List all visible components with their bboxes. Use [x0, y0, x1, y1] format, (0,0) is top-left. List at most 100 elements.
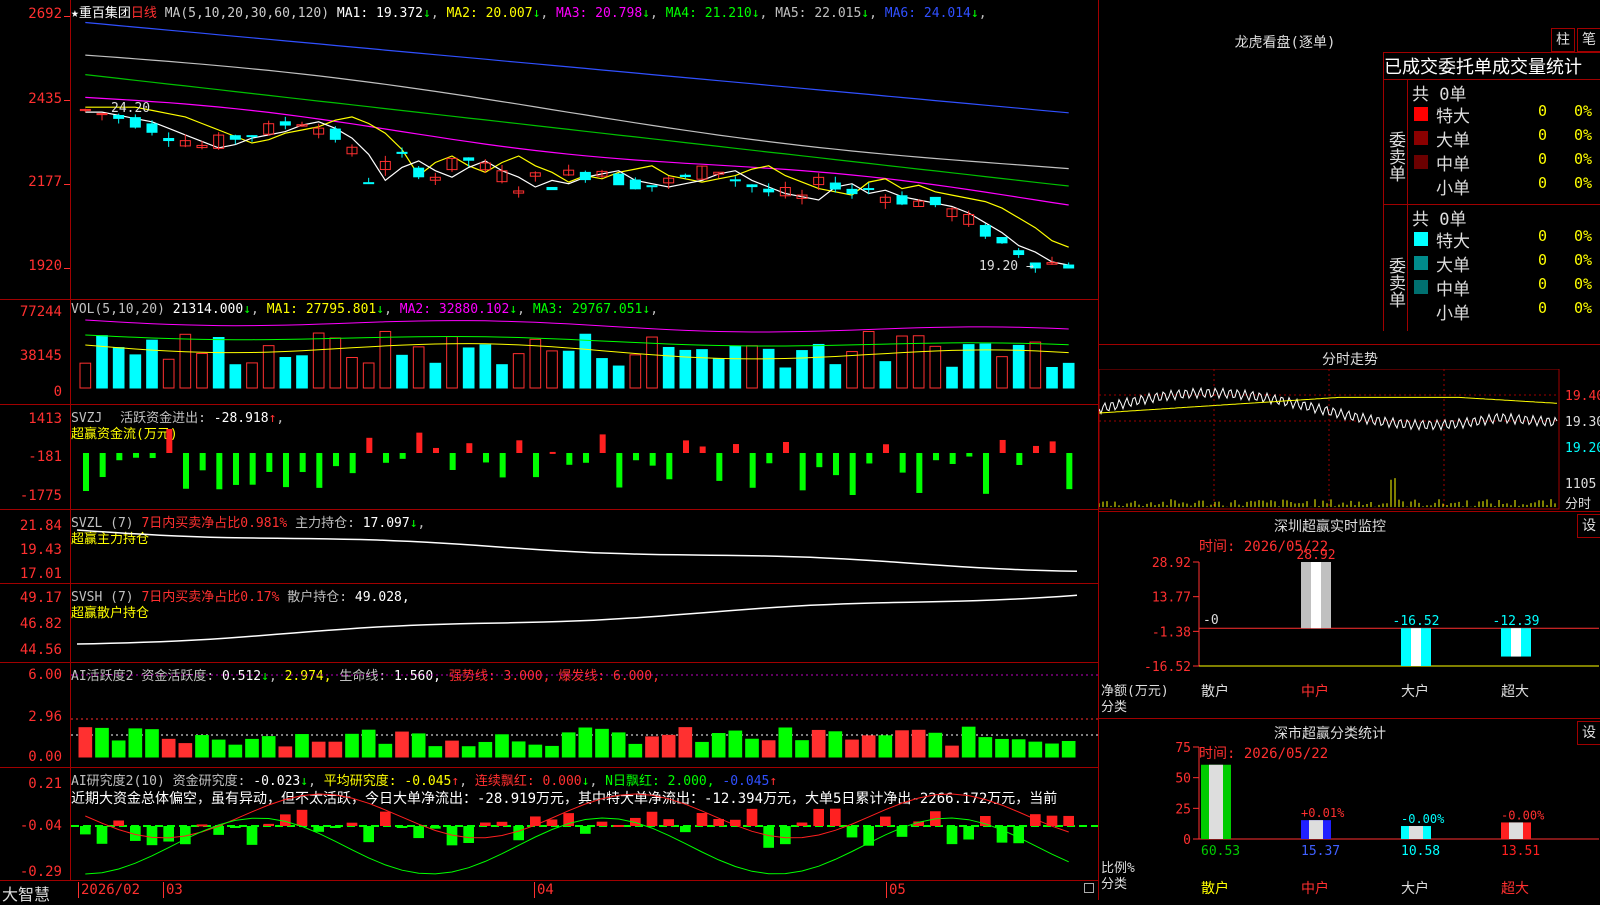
- lock-icon[interactable]: [1084, 883, 1094, 893]
- activity-bar: [211, 739, 226, 758]
- research-bar: [663, 819, 674, 826]
- ai-active-panel[interactable]: 6.00 2.96 0.00 AI活跃度2 资金活跃度: 0.512↓, 2.9…: [0, 663, 1098, 768]
- svzl-panel[interactable]: 21.84 19.43 17.01 SVZL (7) 7日内买卖净占比0.981…: [0, 510, 1098, 584]
- volume-bar: [346, 356, 358, 389]
- volume-bar: [462, 347, 475, 389]
- volume-bar: [712, 358, 725, 389]
- brand-logo: 大智慧: [2, 885, 51, 904]
- candle-body: [413, 167, 425, 178]
- svzj-panel[interactable]: 1413 -181 -1775 SVZJ 活跃资金进出: -28.918↑, 超…: [0, 405, 1098, 510]
- lhb-row-pct: 0%: [1574, 275, 1593, 293]
- stats-bar-highlight: [1209, 764, 1223, 839]
- candle-body: [846, 188, 858, 195]
- legend-swatch: [1414, 232, 1428, 246]
- column-view-button[interactable]: 柱: [1551, 28, 1575, 52]
- volume-bar: [212, 337, 225, 389]
- tick-view-button[interactable]: 笔: [1577, 28, 1600, 52]
- vol-unit-label: 分时: [1565, 497, 1592, 512]
- activity-bar: [711, 733, 726, 758]
- category-label: 超大: [1501, 684, 1529, 700]
- flow-bar: [449, 453, 456, 470]
- legend-swatch: [1414, 256, 1428, 270]
- y-tick: -16.52: [1144, 660, 1191, 675]
- research-bar: [463, 826, 474, 844]
- lhb-row: 大单 0 0%: [1408, 126, 1600, 151]
- volume-bar: [879, 361, 892, 389]
- candle-body: [1063, 264, 1075, 269]
- research-bar: [346, 822, 358, 826]
- research-bar: [380, 811, 391, 826]
- flow-bar: [1049, 441, 1056, 453]
- lhb-row-label: 大单: [1436, 131, 1470, 151]
- y-tick: 17.01: [19, 566, 62, 582]
- research-bar: [96, 826, 108, 844]
- zero-label: -0: [1203, 613, 1219, 628]
- flow-bar: [983, 453, 989, 494]
- activity-bar: [145, 729, 159, 758]
- lhb-tab-header[interactable]: 已成交委托单成交量统计: [1383, 52, 1600, 79]
- flow-bar: [816, 453, 823, 468]
- y-tick: 25: [1175, 802, 1191, 817]
- ma-line: [85, 106, 1069, 248]
- volume-bar: [379, 330, 392, 389]
- ai-research-panel[interactable]: 0.21 -0.04 -0.29 AI研究度2(10) 资金研究度: -0.02…: [0, 768, 1098, 881]
- volume-panel[interactable]: 77244 38145 0 VOL(5,10,20) 21314.000↓, M…: [0, 300, 1098, 405]
- flow-bar: [316, 453, 323, 488]
- research-bar: [330, 826, 341, 828]
- volume-bar: [112, 347, 125, 389]
- legend-swatch: [1414, 155, 1428, 169]
- volume-bar: [929, 345, 942, 389]
- candle-body: [163, 138, 175, 142]
- research-bar: [246, 826, 258, 845]
- bar-change-label: -0.00%: [1501, 808, 1545, 822]
- sz-stats-chart: 75 50 25 0 60.53 15.37 +0.01% 10.58 -0.00% 13.51 -…: [1175, 741, 1599, 897]
- date-label: 03: [163, 882, 183, 898]
- candle-body: [729, 179, 741, 182]
- activity-bar: [1045, 743, 1059, 758]
- svzl-line: [76, 529, 1078, 573]
- activity-bar: [961, 726, 976, 758]
- research-bar: [830, 808, 841, 826]
- price-tick: 19.20: [1565, 441, 1600, 456]
- research-bar: [780, 826, 791, 845]
- research-bar: [1013, 826, 1024, 844]
- volume-bar: [246, 362, 258, 389]
- candlestick-chart[interactable]: 24.20 19.20 →: [71, 0, 1098, 299]
- price-tick: 19.40: [1565, 389, 1600, 404]
- activity-bar: [261, 736, 276, 758]
- main-y-axis: 2692 2435 2177 1920: [0, 0, 71, 299]
- volume-bar: [162, 358, 175, 389]
- activity-bar: [795, 740, 809, 758]
- activity-bar: [761, 740, 776, 758]
- flow-bar: [1066, 453, 1073, 490]
- intraday-chart[interactable]: [1099, 369, 1600, 511]
- activity-bar: [628, 743, 643, 758]
- volume-bar: [312, 332, 325, 389]
- research-bar: [813, 808, 824, 826]
- svzj-y-axis: 1413 -181 -1775: [0, 405, 71, 509]
- volume-bar: [279, 357, 292, 389]
- activity-bar: [495, 734, 509, 758]
- flow-bar: [733, 444, 739, 453]
- flow-bar: [633, 453, 639, 461]
- activity-bar: [578, 727, 593, 758]
- svsh-panel[interactable]: 49.17 46.82 44.56 SVSH (7) 7日内买卖净占比0.17%…: [0, 584, 1098, 663]
- y-tick: -0.29: [19, 864, 62, 880]
- lhb-row: 特大 0 0%: [1408, 102, 1600, 127]
- research-bar: [280, 814, 291, 826]
- intraday-panel[interactable]: 分时走势 19.40 19.30 19.20 1105 分时: [1098, 345, 1600, 512]
- volume-bar: [1062, 362, 1075, 389]
- date-label: 05: [886, 882, 906, 898]
- activity-bar: [378, 743, 393, 758]
- volume-bar: [812, 343, 825, 389]
- vol-ma-line: [85, 334, 1069, 347]
- bar-change-label: -0.00%: [1401, 812, 1445, 826]
- lhb-row: 中单 0 0%: [1408, 150, 1600, 175]
- activity-bar: [878, 735, 893, 758]
- y-tick: -1775: [19, 488, 62, 504]
- volume-bar: [596, 358, 608, 389]
- activity-bar: [278, 746, 293, 758]
- main-chart-panel[interactable]: 2692 2435 2177 1920 ★重百集团日线 MA(5,10,20,3…: [0, 0, 1098, 300]
- lhb-row-pct: 0%: [1574, 126, 1593, 144]
- lhb-row-count: 0: [1538, 275, 1548, 293]
